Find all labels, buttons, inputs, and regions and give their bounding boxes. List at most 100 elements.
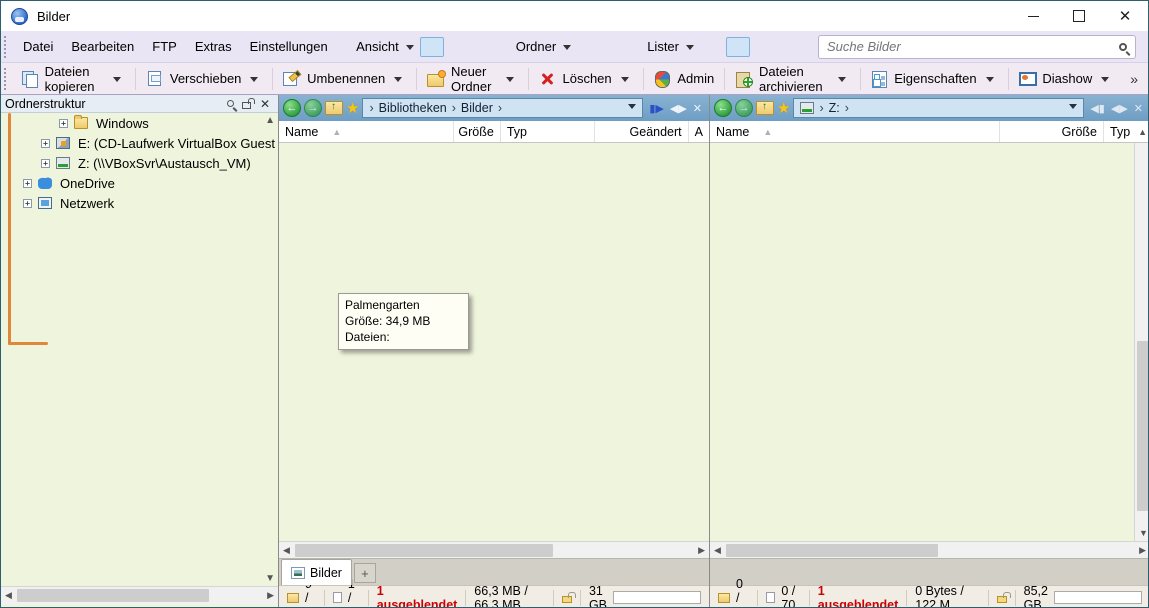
right-vertical-scrollbar[interactable]: ▼ (1134, 143, 1148, 541)
toolbar-diashow-button[interactable]: Diashow (1011, 67, 1120, 91)
menu-item-extras[interactable]: Extras (186, 35, 241, 58)
ordner-menu[interactable]: Ordner (510, 35, 558, 58)
menu-item-einstellungen[interactable]: Einstellungen (241, 35, 337, 58)
pane-maximize-icon[interactable]: ◀▮ (1090, 102, 1105, 115)
lister-dual-icon[interactable] (726, 36, 750, 148)
scroll-thumb[interactable] (1137, 341, 1148, 511)
tree-expand-icon[interactable]: + (59, 118, 68, 128)
column-size[interactable]: Größe (1000, 121, 1104, 142)
tree-item-onedrive[interactable]: + OneDrive (1, 173, 278, 193)
dropdown-caret-icon[interactable] (1101, 77, 1110, 86)
menu-item-bearbeiten[interactable]: Bearbeiten (62, 35, 143, 58)
swap-panes-icon[interactable]: ◀▶ (670, 102, 687, 115)
forward-icon[interactable]: → (304, 99, 322, 117)
dropdown-caret-icon[interactable] (620, 77, 629, 86)
folder-lock-icon[interactable] (603, 37, 627, 148)
scroll-down-icon[interactable]: ▼ (1139, 528, 1148, 538)
column-attr[interactable]: A (689, 121, 709, 142)
tree-item-netzwerk[interactable]: + Netzwerk (1, 193, 278, 213)
dropdown-caret-icon[interactable] (985, 77, 994, 86)
right-breadcrumb[interactable]: › Z: › (793, 98, 1085, 118)
scroll-thumb[interactable] (726, 544, 938, 557)
column-name[interactable]: Name ▲ (710, 121, 1000, 142)
pane-close-icon[interactable]: ✕ (1134, 102, 1143, 115)
ordner-caret-icon[interactable] (563, 45, 572, 54)
dropdown-caret-icon[interactable] (837, 77, 846, 86)
toolbar-verschieben-button[interactable]: Verschieben (139, 67, 270, 91)
view-images-icon[interactable] (472, 37, 496, 148)
swap-panes-icon[interactable]: ◀▶ (1111, 102, 1128, 115)
toolbar-overflow-button[interactable]: » (1120, 71, 1148, 87)
tree-close-icon[interactable]: ✕ (260, 97, 270, 111)
tab-bilder[interactable]: Bilder (281, 559, 352, 585)
scroll-up-icon[interactable]: ▲ (1138, 127, 1147, 137)
close-button[interactable]: ✕ (1102, 1, 1148, 31)
dropdown-caret-icon[interactable] (113, 77, 122, 86)
column-type[interactable]: Typ (501, 121, 595, 142)
tree-scroll-down-icon[interactable]: ▼ (265, 573, 275, 584)
scroll-right-icon[interactable]: ▶ (698, 545, 705, 556)
tree-expand-icon[interactable]: + (41, 138, 50, 148)
menu-item-ftp[interactable]: FTP (143, 35, 186, 58)
breadcrumb-dropdown-icon[interactable] (1069, 103, 1078, 113)
left-horizontal-scrollbar[interactable]: ◀ ▶ (279, 541, 709, 558)
lister-horizontal-icon[interactable] (700, 37, 724, 148)
tree-item-windows[interactable]: + Windows (1, 113, 278, 133)
breadcrumb-item[interactable]: Bilder (461, 101, 493, 115)
toolbar-l-schen-button[interactable]: Löschen (531, 67, 639, 91)
lister-caret-icon[interactable] (686, 45, 694, 54)
toolbar-grip[interactable] (4, 67, 10, 90)
format-lock-icon[interactable] (561, 592, 576, 603)
menu-item-datei[interactable]: Datei (14, 35, 62, 58)
tree-search-icon[interactable] (226, 100, 234, 107)
favorites-star-icon[interactable]: ★ (346, 99, 359, 117)
scroll-left-icon[interactable]: ◀ (714, 545, 721, 556)
ansicht-menu[interactable]: Ansicht (350, 35, 401, 58)
pane-close-icon[interactable]: ✕ (693, 102, 702, 115)
tree-expand-icon[interactable]: + (23, 178, 32, 188)
column-size[interactable]: Größe (454, 121, 501, 142)
search-box[interactable] (818, 34, 1136, 59)
toolbar-neuer-ordner-button[interactable]: Neuer Ordner (420, 60, 525, 98)
scroll-right-icon[interactable]: ▶ (267, 590, 274, 601)
tree-unlock-icon[interactable] (241, 97, 255, 109)
tree-item-z-vboxsvr-austausch-vm[interactable]: + Z: (\\VBoxSvr\Austausch_VM) (1, 153, 278, 173)
left-breadcrumb[interactable]: › Bibliotheken › Bilder › (362, 98, 644, 118)
scroll-thumb[interactable] (295, 544, 553, 557)
toolbar-grip[interactable] (4, 35, 10, 58)
search-icon[interactable] (1119, 42, 1127, 51)
tree-horizontal-scrollbar[interactable]: ◀ ▶ (1, 586, 278, 604)
column-name[interactable]: Name ▲ (279, 121, 454, 142)
format-lock-icon[interactable] (996, 592, 1011, 603)
lister-menu[interactable]: Lister (641, 35, 681, 58)
toolbar-eigenschaften-button[interactable]: Eigenschaften (863, 67, 1004, 91)
toolbar-umbenennen-button[interactable]: Umbenennen (276, 67, 413, 91)
back-icon[interactable]: ← (283, 99, 301, 117)
dropdown-caret-icon[interactable] (505, 77, 514, 86)
dropdown-caret-icon[interactable] (250, 77, 259, 86)
tree-expand-icon[interactable]: + (41, 158, 50, 168)
forward-icon[interactable]: → (735, 99, 753, 117)
lister-details-icon[interactable] (752, 37, 776, 148)
right-horizontal-scrollbar[interactable]: ◀ ▶ (710, 541, 1148, 558)
breadcrumb-item[interactable]: Z: (829, 101, 840, 115)
up-folder-icon[interactable] (325, 101, 343, 115)
search-input[interactable] (827, 39, 1119, 54)
view-details-icon[interactable] (419, 36, 444, 148)
tree-scroll-up-icon[interactable]: ▲ (265, 115, 275, 126)
dropdown-caret-icon[interactable] (394, 77, 403, 86)
ansicht-caret-icon[interactable] (405, 45, 414, 54)
toolbar-dateien-archivieren-button[interactable]: Dateien archivieren (728, 60, 857, 98)
view-thumbnails-icon[interactable] (446, 37, 470, 148)
toolbar-admin-button[interactable]: Admin (646, 67, 721, 91)
scroll-left-icon[interactable]: ◀ (5, 590, 12, 601)
lister-viewer-icon[interactable] (778, 37, 802, 148)
up-folder-icon[interactable] (756, 101, 774, 115)
breadcrumb-item[interactable]: Bibliotheken (379, 101, 447, 115)
back-icon[interactable]: ← (714, 99, 732, 117)
breadcrumb-dropdown-icon[interactable] (628, 103, 637, 113)
pane-maximize-icon[interactable]: ▮▶ (649, 102, 664, 115)
tree-item-e-cd-laufwerk-virtualbox-guest[interactable]: + E: (CD-Laufwerk VirtualBox Guest (1, 133, 278, 153)
minimize-button[interactable] (1010, 1, 1056, 31)
toolbar-dateien-kopieren-button[interactable]: Dateien kopieren (14, 60, 133, 98)
